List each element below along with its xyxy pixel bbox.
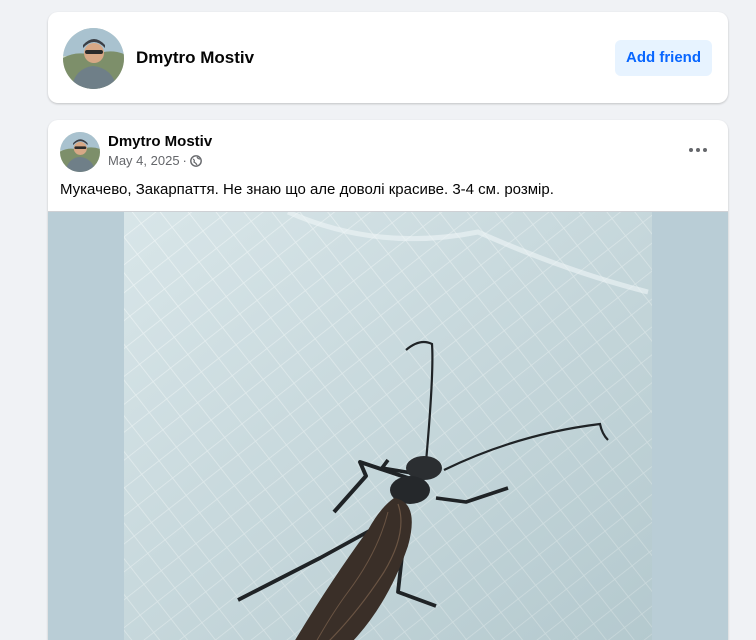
add-friend-button[interactable]: Add friend — [615, 40, 712, 76]
meta-separator: · — [182, 153, 187, 168]
insect-photo — [124, 209, 652, 640]
post-author-name[interactable]: Dmytro Mostiv — [108, 133, 212, 151]
avatar-photo — [60, 132, 100, 172]
post-photo[interactable] — [48, 209, 728, 640]
post-card: Dmytro Mostiv May 4, 2025 · Мукачево, За… — [48, 120, 728, 640]
more-options-icon — [689, 148, 707, 152]
profile-name[interactable]: Dmytro Mostiv — [136, 48, 254, 68]
more-options-button[interactable] — [686, 140, 710, 160]
avatar-photo — [63, 28, 124, 89]
post-text: Мукачево, Закарпаття. Не знаю що але дов… — [60, 181, 554, 198]
post-date[interactable]: May 4, 2025 — [108, 153, 180, 169]
globe-icon — [189, 155, 202, 167]
profile-card: Dmytro Mostiv Add friend — [48, 12, 728, 103]
profile-avatar[interactable] — [63, 28, 124, 89]
post-meta: May 4, 2025 · — [108, 153, 202, 169]
post-author-avatar[interactable] — [60, 132, 100, 172]
